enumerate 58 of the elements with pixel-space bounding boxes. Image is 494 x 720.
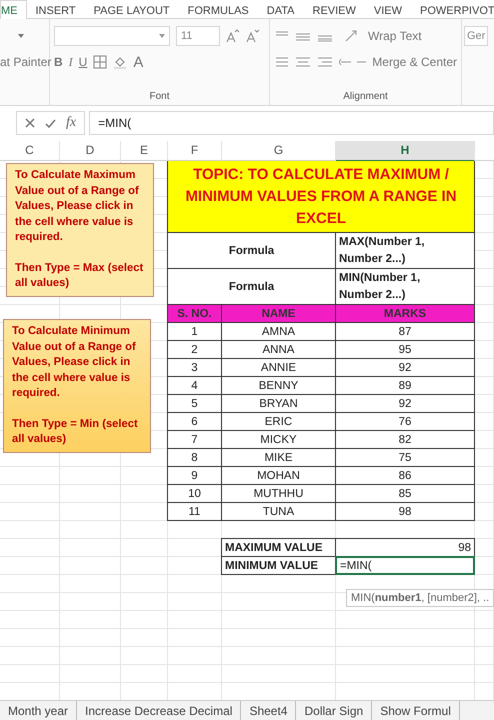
wrap-text-button[interactable]: Wrap Text <box>368 29 422 43</box>
table-cell: 98 <box>335 502 475 521</box>
merge-center-button[interactable]: Merge & Center <box>372 55 457 69</box>
sheet-tab[interactable]: Sheet4 <box>241 701 296 720</box>
column-heading: S. NO. <box>167 304 222 323</box>
caret-icon <box>159 34 165 38</box>
table-cell: MAXIMUM VALUE <box>221 538 336 557</box>
group-label: Font <box>148 91 170 104</box>
table-cell: Formula <box>167 232 336 269</box>
ribbon-tab[interactable]: VIEW <box>364 0 412 18</box>
checkmark-icon[interactable] <box>45 118 56 128</box>
bold-button[interactable]: B <box>54 55 63 69</box>
table-cell: MAX(Number 1, Number 2...) <box>335 232 475 269</box>
close-icon[interactable] <box>25 118 35 128</box>
column-header[interactable]: C <box>0 141 60 162</box>
orientation-icon[interactable] <box>344 29 358 43</box>
align-center-icon[interactable] <box>274 56 333 68</box>
column-heading: NAME <box>221 304 336 323</box>
note-text: To Calculate Maximum Value out of a Range of Values, Please click in the cell where value is required. <box>15 168 140 245</box>
table-cell: 11 <box>167 502 222 521</box>
sheet-tab[interactable]: Increase Decrease Decimal <box>77 701 242 720</box>
font-color-button[interactable]: A <box>133 54 144 70</box>
shrink-font-icon[interactable] <box>246 29 260 43</box>
ribbon-tab[interactable]: FORMULAS <box>178 0 258 18</box>
italic-button[interactable]: I <box>68 54 73 70</box>
sheet-tab[interactable]: Dollar Sign <box>296 701 372 720</box>
borders-icon[interactable] <box>93 55 108 69</box>
caret-icon[interactable] <box>18 34 24 38</box>
formula-input[interactable]: =MIN( <box>89 111 494 135</box>
column-header[interactable]: H <box>336 141 475 162</box>
table-cell: Formula <box>167 268 336 305</box>
note-text: To Calculate Minimum Value out of a Range of Values, Please click in the cell where value is required. <box>12 324 137 401</box>
sheet-tab[interactable]: Show Formul <box>372 701 460 720</box>
note-text: Then Type = Min (select all values) <box>12 416 139 447</box>
ribbon-tab[interactable]: REVIEW <box>304 0 365 18</box>
table-cell[interactable]: 98 <box>335 538 475 557</box>
column-header[interactable]: D <box>60 141 121 162</box>
group-label: Alignment <box>342 91 389 104</box>
ribbon-tab[interactable]: POWERPIVOT <box>411 0 494 18</box>
ribbon-tab[interactable]: ME <box>0 0 26 19</box>
grow-font-icon[interactable] <box>226 29 240 43</box>
format-painter-button[interactable]: at Painter <box>0 55 52 69</box>
title-cell: TOPIC: TO CALCULATE MAXIMUM / MINIMUM VALUES FROM A RANGE IN EXCEL <box>167 161 475 233</box>
ribbon-tab[interactable]: INSERT <box>26 0 85 18</box>
table-cell: MIN(Number 1, Number 2...) <box>335 268 475 305</box>
ribbon-tab[interactable]: PAGE LAYOUT <box>84 0 179 18</box>
table-cell[interactable]: =MIN( <box>335 556 475 575</box>
font-size-field[interactable]: 11 <box>176 26 220 46</box>
table-cell: MINIMUM VALUE <box>221 556 336 575</box>
insert-function-button[interactable]: fx <box>66 115 76 131</box>
ribbon-tab[interactable]: DATA <box>258 0 304 18</box>
column-heading: MARKS <box>335 304 475 323</box>
number-format-field[interactable]: Ger <box>464 26 488 46</box>
note-text: Then Type = Max (select all values) <box>15 260 144 291</box>
underline-button[interactable]: U <box>78 55 88 69</box>
sheet-tab[interactable]: Month year <box>0 701 78 720</box>
font-name-field[interactable] <box>54 26 170 46</box>
function-tooltip: MIN(number1, [number2], .. <box>346 589 494 607</box>
